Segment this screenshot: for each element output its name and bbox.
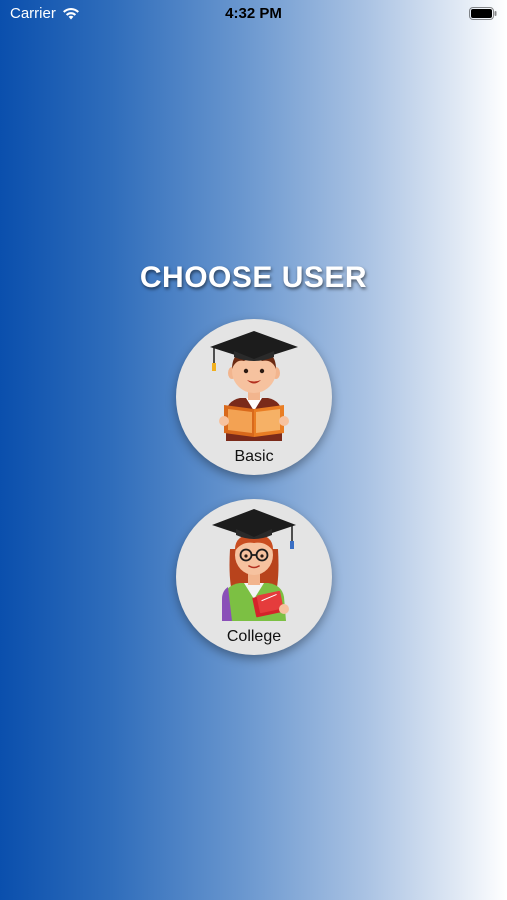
status-bar: Carrier 4:32 PM xyxy=(0,0,507,28)
battery-icon xyxy=(469,7,497,20)
college-user-button[interactable]: College xyxy=(176,499,332,655)
basic-label: Basic xyxy=(234,448,274,465)
girl-student-graduation-cap-icon xyxy=(212,509,296,621)
boy-student-graduation-cap-icon xyxy=(210,331,298,441)
basic-user-button[interactable]: Basic xyxy=(176,319,332,475)
college-label: College xyxy=(226,628,282,645)
page-title: CHOOSE USER xyxy=(139,261,368,294)
status-time: 4:32 PM xyxy=(225,5,282,22)
